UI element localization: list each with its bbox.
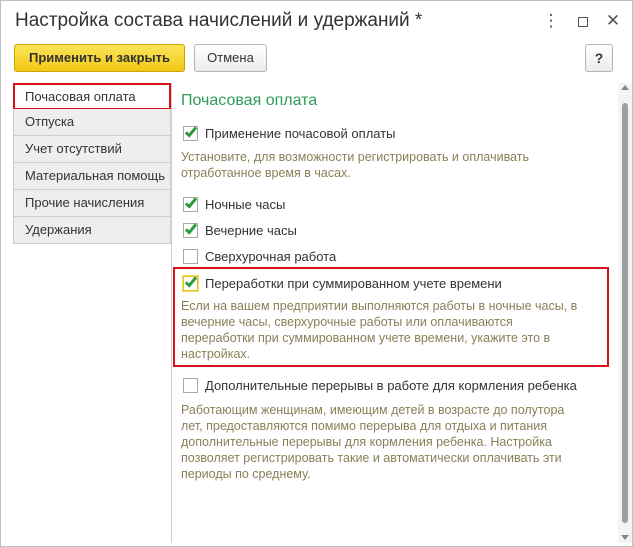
more-vertical-icon[interactable]: ⋮: [539, 9, 563, 33]
checkbox[interactable]: [183, 274, 198, 291]
checkmark-icon: [184, 124, 198, 138]
scroll-thumb[interactable]: [622, 103, 628, 523]
scroll-down-icon[interactable]: [621, 535, 629, 540]
hint-text: отработанное время в часах.: [181, 166, 351, 180]
sidebar: Почасовая оплата Отпуска Учет отсутствий…: [13, 83, 171, 543]
sidebar-item-hourly-pay[interactable]: Почасовая оплата: [13, 83, 171, 110]
sidebar-item-vacations[interactable]: Отпуска: [13, 109, 171, 136]
close-icon[interactable]: ✕: [601, 9, 625, 33]
cancel-button[interactable]: Отмена: [194, 44, 267, 72]
checkbox[interactable]: [183, 124, 198, 141]
help-button[interactable]: ?: [585, 44, 613, 72]
checkbox[interactable]: [183, 221, 198, 238]
hint-text: Установите, для возможности регистрирова…: [181, 150, 529, 164]
option-label: Переработки при суммированном учете врем…: [205, 276, 502, 291]
checkmark-icon: [184, 195, 198, 209]
hint-text: Если на вашем предприятии выполняются ра…: [181, 299, 578, 313]
maximize-icon[interactable]: [571, 9, 595, 33]
checkbox[interactable]: [183, 378, 198, 393]
hint-text: переработки при суммированном учете врем…: [181, 331, 551, 345]
sidebar-item-absences[interactable]: Учет отсутствий: [13, 136, 171, 163]
sidebar-item-other-accruals[interactable]: Прочие начисления: [13, 190, 171, 217]
hint-text: вечерние часы, сверхурочные работы или о…: [181, 315, 513, 329]
option-label: Сверхурочная работа: [205, 249, 337, 264]
checkbox[interactable]: [183, 195, 198, 212]
option-label: Применение почасовой оплаты: [205, 126, 396, 141]
checkbox[interactable]: [183, 249, 198, 264]
hint-text: лет, предоставляются помимо перерыва для…: [181, 419, 547, 433]
hint-text: периоды по среднему.: [181, 467, 311, 481]
scroll-up-icon[interactable]: [621, 85, 629, 90]
checkmark-icon: [184, 221, 198, 235]
settings-window: Настройка состава начислений и удержаний…: [0, 0, 633, 547]
option-label: Дополнительные перерывы в работе для кор…: [205, 378, 577, 393]
window-title: Настройка состава начислений и удержаний…: [15, 10, 423, 31]
hint-text: позволяет регистрировать такие и автомат…: [181, 451, 562, 465]
option-label: Вечерние часы: [205, 223, 297, 238]
apply-and-close-button[interactable]: Применить и закрыть: [14, 44, 185, 72]
hint-text: дополнительные перерывы для кормления ре…: [181, 435, 552, 449]
vertical-scrollbar[interactable]: [618, 83, 632, 543]
checkmark-icon: [184, 274, 198, 288]
hint-text: настройках.: [181, 347, 251, 361]
sidebar-item-financial-aid[interactable]: Материальная помощь: [13, 163, 171, 190]
option-label: Ночные часы: [205, 197, 286, 212]
section-title: Почасовая оплата: [181, 92, 318, 109]
hint-text: Работающим женщинам, имеющим детей в воз…: [181, 403, 565, 417]
sidebar-item-deductions[interactable]: Удержания: [13, 217, 171, 244]
